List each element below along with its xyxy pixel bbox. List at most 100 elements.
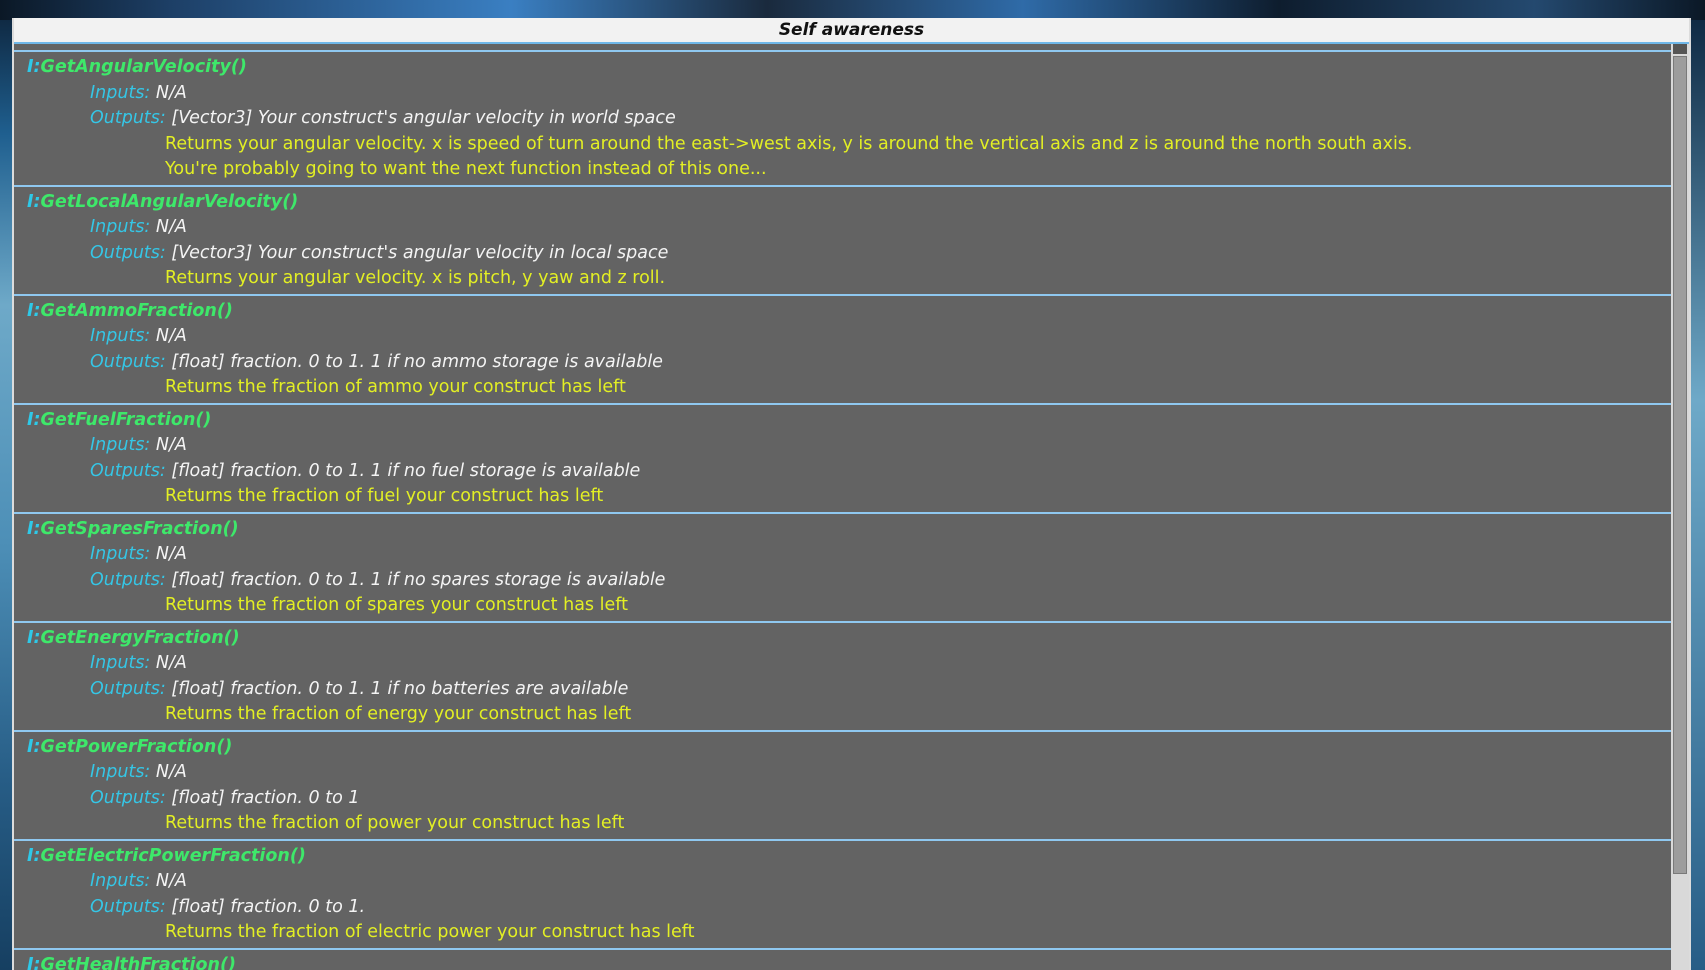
outputs-label: Outputs: [90, 678, 166, 699]
inputs-value: N/A [155, 871, 187, 891]
function-signature: I:GetPowerFraction() [14, 735, 1686, 761]
outputs-row: Outputs: [float] fraction. 0 to 1. [14, 895, 1686, 921]
function-entry: I:GetFuelFraction() Inputs: N/A Outputs: [… [14, 404, 1686, 514]
function-entry: I:GetLocalAngularVelocity() Inputs: N/A Ou… [14, 186, 1686, 296]
outputs-row: Outputs: [Vector3] Your construct's angu… [14, 241, 1686, 267]
function-description: Returns your angular velocity. x is spee… [165, 133, 1413, 154]
function-signature: I:GetFuelFraction() [14, 408, 1686, 434]
function-signature: I:GetAngularVelocity() [14, 55, 1686, 81]
interface-prefix: I: [27, 954, 41, 970]
function-name: GetLocalAngularVelocity() [40, 191, 299, 212]
inputs-label: Inputs: [90, 762, 151, 782]
outputs-value: [float] fraction. 0 to 1 [171, 787, 360, 808]
inputs-value: N/A [155, 544, 187, 564]
function-name: GetHealthFraction() [40, 954, 236, 970]
interface-prefix: I: [27, 191, 41, 212]
function-entry: I:GetHealthFraction()Inputs: N/A [14, 949, 1686, 970]
function-entry: I:GetEnergyFraction() Inputs: N/A Outputs:… [14, 622, 1686, 732]
inputs-label: Inputs: [90, 326, 151, 346]
function-description: Returns your angular velocity. x is pitc… [165, 268, 666, 288]
inputs-row: Inputs: N/A [14, 215, 1686, 241]
interface-prefix: I: [27, 518, 41, 539]
inputs-row: Inputs: N/A [14, 760, 1686, 786]
outputs-label: Outputs: [90, 242, 166, 263]
inputs-row: Inputs: N/A [14, 81, 1686, 107]
outputs-row: Outputs: [float] fraction. 0 to 1. 1 if … [14, 568, 1686, 594]
inputs-row: Inputs: N/A [14, 651, 1686, 677]
function-signature: I:GetLocalAngularVelocity() [14, 190, 1686, 216]
self-awareness-window: Self awareness I:GetAngularVelocity() Inp… [12, 18, 1691, 970]
function-description: Returns the fraction of fuel your constr… [165, 486, 604, 506]
window-title: Self awareness [14, 18, 1689, 44]
function-description: Returns the fraction of ammo your constr… [165, 377, 626, 397]
outputs-row: Outputs: [float] fraction. 0 to 1. 1 if … [14, 677, 1686, 703]
outputs-label: Outputs: [90, 896, 166, 917]
scrollbar-thumb[interactable] [1673, 56, 1687, 874]
previous-entry-fragment [14, 44, 1686, 52]
interface-prefix: I: [27, 736, 41, 757]
interface-prefix: I: [27, 409, 41, 430]
function-description: Returns the fraction of power your const… [165, 813, 625, 833]
function-entry: I:GetElectricPowerFraction() Inputs: N/A O… [14, 840, 1686, 950]
outputs-row: Outputs: [Vector3] Your construct's angu… [14, 106, 1686, 132]
inputs-row: Inputs: N/A [14, 433, 1686, 459]
function-name: GetAngularVelocity() [40, 57, 247, 77]
interface-prefix: I: [27, 57, 41, 77]
inputs-value: N/A [155, 762, 187, 782]
function-signature: I:GetElectricPowerFraction() [14, 844, 1686, 870]
outputs-row: Outputs: [float] fraction. 0 to 1. 1 if … [14, 459, 1686, 485]
inputs-label: Inputs: [90, 544, 151, 564]
inputs-label: Inputs: [90, 435, 151, 455]
function-entry: I:GetAmmoFraction() Inputs: N/A Outputs: [… [14, 295, 1686, 405]
outputs-row: Outputs: [float] fraction. 0 to 1 [14, 786, 1686, 812]
outputs-value: [float] fraction. 0 to 1. 1 if no ammo s… [171, 351, 663, 372]
function-signature: I:GetAmmoFraction() [14, 299, 1686, 325]
outputs-label: Outputs: [90, 569, 166, 590]
interface-prefix: I: [27, 300, 41, 321]
outputs-label: Outputs: [90, 351, 166, 372]
outputs-label: Outputs: [90, 460, 166, 481]
function-name: GetElectricPowerFraction() [40, 845, 306, 866]
inputs-value: N/A [155, 653, 187, 673]
function-signature: I:GetEnergyFraction() [14, 626, 1686, 652]
inputs-row: Inputs: N/A [14, 542, 1686, 568]
outputs-value: [float] fraction. 0 to 1. 1 if no spares… [171, 569, 666, 590]
inputs-label: Inputs: [90, 217, 151, 237]
outputs-label: Outputs: [90, 108, 166, 128]
inputs-value: N/A [155, 217, 187, 237]
function-signature: I:GetSparesFraction() [14, 517, 1686, 543]
game-background-top [0, 0, 1705, 20]
inputs-value: N/A [155, 82, 187, 103]
function-entry: I:GetAngularVelocity() Inputs: N/A Outputs… [14, 52, 1686, 187]
interface-prefix: I: [27, 845, 41, 866]
function-entry: I:GetSparesFraction() Inputs: N/A Outputs:… [14, 513, 1686, 623]
inputs-value: N/A [155, 326, 187, 346]
inputs-row: Inputs: N/A [14, 869, 1686, 895]
scrollbar-cap [1673, 44, 1687, 54]
inputs-label: Inputs: [90, 653, 151, 673]
inputs-label: Inputs: [90, 871, 151, 891]
inputs-label: Inputs: [90, 82, 151, 103]
interface-prefix: I: [27, 627, 41, 648]
outputs-row: Outputs: [float] fraction. 0 to 1. 1 if … [14, 350, 1686, 376]
outputs-value: [float] fraction. 0 to 1. 1 if no batter… [171, 678, 629, 699]
function-name: GetFuelFraction() [40, 409, 212, 430]
function-name: GetAmmoFraction() [40, 300, 233, 321]
outputs-value: [float] fraction. 0 to 1. 1 if no fuel s… [171, 460, 641, 481]
vertical-scrollbar[interactable] [1671, 44, 1689, 970]
outputs-value: [Vector3] Your construct's angular veloc… [171, 242, 669, 263]
function-signature: I:GetHealthFraction() [14, 953, 1686, 970]
game-background-left [0, 20, 12, 970]
outputs-value: [float] fraction. 0 to 1. [171, 896, 366, 917]
function-name: GetEnergyFraction() [40, 627, 240, 648]
inputs-value: N/A [155, 435, 187, 455]
inputs-row: Inputs: N/A [14, 324, 1686, 350]
function-list[interactable]: I:GetAngularVelocity() Inputs: N/A Outputs… [14, 44, 1686, 970]
outputs-label: Outputs: [90, 787, 166, 808]
function-name: GetPowerFraction() [40, 736, 233, 757]
function-entry: I:GetPowerFraction() Inputs: N/A Outputs: … [14, 731, 1686, 841]
outputs-value: [Vector3] Your construct's angular veloc… [171, 108, 676, 128]
function-description: Returns the fraction of spares your cons… [165, 595, 628, 615]
function-description: You're probably going to want the next f… [165, 159, 767, 179]
function-name: GetSparesFraction() [40, 518, 239, 539]
